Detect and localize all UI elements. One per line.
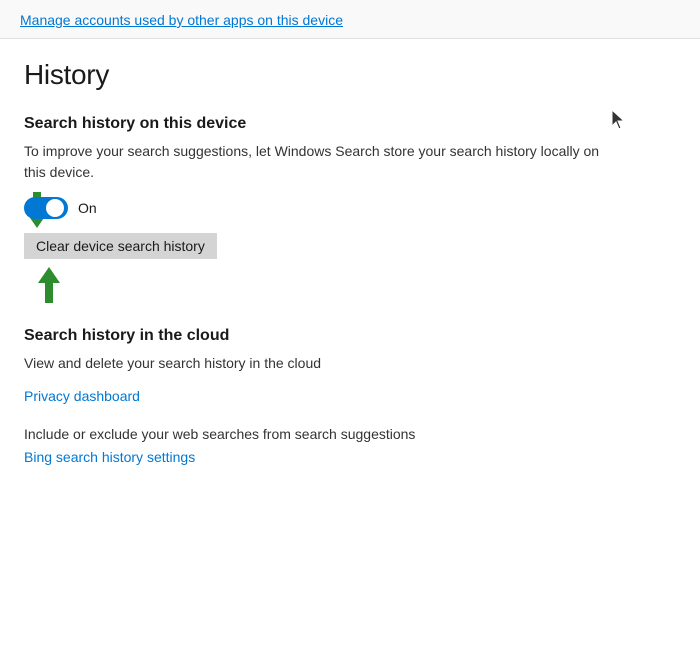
bing-search-settings-link[interactable]: Bing search history settings [24, 449, 676, 465]
cloud-history-description: View and delete your search history in t… [24, 353, 604, 374]
toggle-state-label: On [78, 200, 97, 216]
search-history-toggle[interactable] [24, 197, 68, 219]
manage-accounts-link[interactable]: Manage accounts used by other apps on th… [0, 0, 700, 39]
history-section-title: History [24, 59, 676, 91]
cloud-history-subtitle: Search history in the cloud [24, 327, 676, 345]
device-history-subtitle: Search history on this device [24, 115, 676, 133]
clear-history-button[interactable]: Clear device search history [24, 233, 217, 259]
web-search-description: Include or exclude your web searches fro… [24, 424, 604, 445]
privacy-dashboard-link[interactable]: Privacy dashboard [24, 388, 676, 404]
device-history-description: To improve your search suggestions, let … [24, 141, 604, 183]
toggle-knob [46, 199, 64, 217]
